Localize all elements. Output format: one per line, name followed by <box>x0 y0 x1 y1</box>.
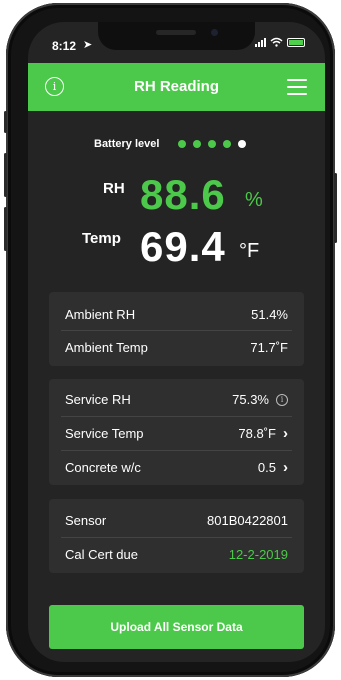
temp-reading: Temp 69.4 °F <box>28 218 325 278</box>
screen: 8:12 ➤ i RH Reading Battery level RH 88.… <box>28 22 325 662</box>
concrete-wc-row[interactable]: Concrete w/c 0.5 › <box>65 451 288 484</box>
service-rh-row[interactable]: Service RH 75.3% i <box>65 383 288 416</box>
chevron-right-icon[interactable]: › <box>283 425 288 442</box>
battery-dot <box>238 140 246 148</box>
ambient-temp-label: Ambient Temp <box>65 340 148 355</box>
service-card: Service RH 75.3% i Service Temp 78.8˚F ›… <box>49 379 304 485</box>
rh-value: 88.6 <box>140 171 226 218</box>
rh-reading: RH 88.6 % <box>28 162 325 222</box>
battery-dot <box>208 140 216 148</box>
ambient-temp-value: 71.7˚F <box>250 340 288 355</box>
speaker <box>156 30 196 35</box>
battery-dots <box>178 140 246 148</box>
status-time: 8:12 <box>52 39 77 53</box>
battery-icon <box>287 37 305 47</box>
ambient-rh-label: Ambient RH <box>65 307 136 322</box>
mute-switch <box>4 111 7 133</box>
signal-icon <box>255 37 266 47</box>
sensor-row: Sensor 801B0422801 <box>65 504 288 537</box>
concrete-wc-label: Concrete w/c <box>65 460 141 475</box>
upload-all-button[interactable]: Upload All Sensor Data <box>49 605 304 649</box>
cal-cert-label: Cal Cert due <box>65 547 138 562</box>
ambient-rh-row: Ambient RH 51.4% <box>65 298 288 331</box>
info-icon[interactable]: i <box>276 393 288 406</box>
volume-down-button <box>4 207 7 251</box>
sensor-label: Sensor <box>65 513 107 528</box>
battery-dot <box>178 140 186 148</box>
service-temp-value: 78.8˚F <box>238 426 276 441</box>
cal-cert-row: Cal Cert due 12-2-2019 <box>65 538 288 571</box>
service-temp-row[interactable]: Service Temp 78.8˚F › <box>65 417 288 450</box>
concrete-wc-value: 0.5 <box>257 460 276 475</box>
battery-dot <box>223 140 231 148</box>
notch <box>98 22 255 50</box>
camera <box>211 29 218 36</box>
ambient-card: Ambient RH 51.4% Ambient Temp 71.7˚F <box>49 292 304 366</box>
chevron-right-icon[interactable]: › <box>283 459 288 476</box>
battery-dot <box>193 140 201 148</box>
hamburger-menu-icon[interactable] <box>287 79 307 95</box>
phone-frame: 8:12 ➤ i RH Reading Battery level RH 88.… <box>4 3 337 677</box>
sensor-value: 801B0422801 <box>207 513 288 528</box>
ambient-temp-row: Ambient Temp 71.7˚F <box>65 331 288 364</box>
battery-level-label: Battery level <box>94 138 160 150</box>
service-rh-label: Service RH <box>65 392 131 407</box>
ambient-rh-value: 51.4% <box>251 307 288 322</box>
battery-level: Battery level <box>28 137 325 153</box>
location-arrow-icon: ➤ <box>83 39 93 51</box>
volume-up-button <box>4 153 7 197</box>
status-icons <box>255 37 305 47</box>
rh-label: RH <box>103 180 125 197</box>
temp-label: Temp <box>82 230 121 247</box>
app-header: i RH Reading <box>28 63 325 111</box>
page-title: RH Reading <box>133 78 219 95</box>
service-temp-label: Service Temp <box>65 426 144 441</box>
service-rh-value: 75.3% <box>232 392 269 407</box>
temp-value: 69.4 <box>140 223 226 270</box>
temp-unit: °F <box>239 240 260 262</box>
side-power-button <box>334 173 337 243</box>
cal-cert-date: 12-2-2019 <box>228 547 288 562</box>
sensor-card: Sensor 801B0422801 Cal Cert due 12-2-201… <box>49 499 304 573</box>
rh-unit: % <box>245 189 263 211</box>
wifi-icon <box>270 37 283 47</box>
